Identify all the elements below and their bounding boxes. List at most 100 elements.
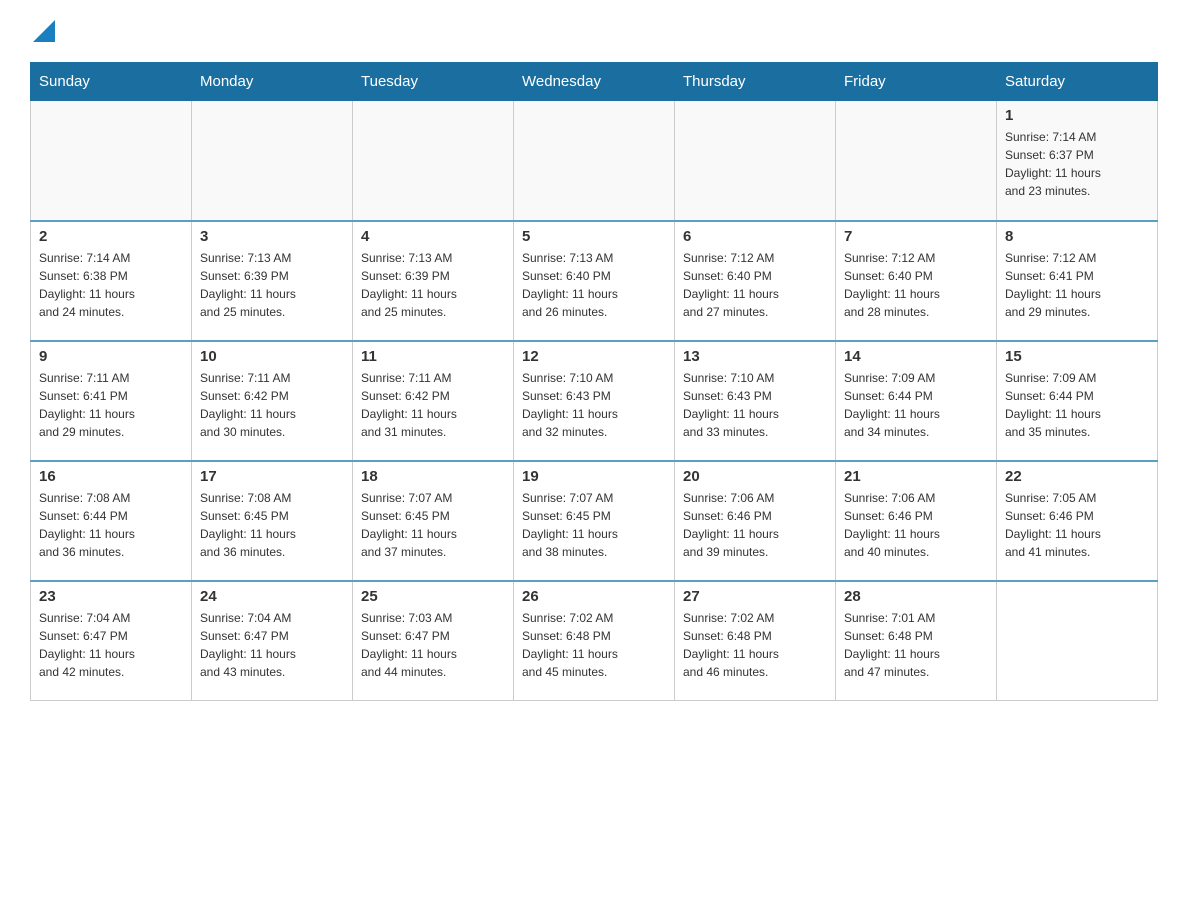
day-number: 26 (522, 588, 666, 605)
day-info: Sunrise: 7:11 AMSunset: 6:41 PMDaylight:… (39, 369, 183, 441)
day-info: Sunrise: 7:09 AMSunset: 6:44 PMDaylight:… (844, 369, 988, 441)
day-number: 9 (39, 348, 183, 365)
day-info: Sunrise: 7:11 AMSunset: 6:42 PMDaylight:… (200, 369, 344, 441)
day-number: 17 (200, 468, 344, 485)
calendar-week-row: 9 Sunrise: 7:11 AMSunset: 6:41 PMDaylight… (31, 341, 1158, 461)
day-number: 10 (200, 348, 344, 365)
calendar-cell: 11 Sunrise: 7:11 AMSunset: 6:42 PMDayligh… (353, 341, 514, 461)
day-info: Sunrise: 7:14 AMSunset: 6:37 PMDaylight:… (1005, 128, 1149, 200)
day-info: Sunrise: 7:07 AMSunset: 6:45 PMDaylight:… (361, 489, 505, 561)
logo (30, 20, 55, 42)
day-number: 14 (844, 348, 988, 365)
day-number: 15 (1005, 348, 1149, 365)
calendar-cell: 28 Sunrise: 7:01 AMSunset: 6:48 PMDayligh… (836, 581, 997, 701)
day-number: 12 (522, 348, 666, 365)
day-number: 22 (1005, 468, 1149, 485)
day-number: 20 (683, 468, 827, 485)
calendar-cell (353, 101, 514, 221)
calendar-cell: 9 Sunrise: 7:11 AMSunset: 6:41 PMDaylight… (31, 341, 192, 461)
calendar-cell: 7 Sunrise: 7:12 AMSunset: 6:40 PMDaylight… (836, 221, 997, 341)
calendar-header-row: SundayMondayTuesdayWednesdayThursdayFrid… (31, 63, 1158, 101)
day-info: Sunrise: 7:12 AMSunset: 6:40 PMDaylight:… (683, 249, 827, 321)
day-info: Sunrise: 7:04 AMSunset: 6:47 PMDaylight:… (39, 609, 183, 681)
day-info: Sunrise: 7:01 AMSunset: 6:48 PMDaylight:… (844, 609, 988, 681)
calendar-cell: 4Sunrise: 7:13 AMSunset: 6:39 PMDaylight… (353, 221, 514, 341)
calendar-cell: 19Sunrise: 7:07 AMSunset: 6:45 PMDayligh… (514, 461, 675, 581)
day-number: 6 (683, 228, 827, 245)
calendar-cell: 12 Sunrise: 7:10 AMSunset: 6:43 PMDayligh… (514, 341, 675, 461)
day-info: Sunrise: 7:04 AMSunset: 6:47 PMDaylight:… (200, 609, 344, 681)
day-header-sunday: Sunday (31, 63, 192, 101)
day-header-wednesday: Wednesday (514, 63, 675, 101)
calendar-cell: 22 Sunrise: 7:05 AMSunset: 6:46 PMDayligh… (997, 461, 1158, 581)
calendar-cell: 8 Sunrise: 7:12 AMSunset: 6:41 PMDaylight… (997, 221, 1158, 341)
day-number: 7 (844, 228, 988, 245)
calendar-week-row: 23 Sunrise: 7:04 AMSunset: 6:47 PMDayligh… (31, 581, 1158, 701)
day-number: 3 (200, 228, 344, 245)
day-header-friday: Friday (836, 63, 997, 101)
calendar-week-row: 16 Sunrise: 7:08 AMSunset: 6:44 PMDayligh… (31, 461, 1158, 581)
day-info: Sunrise: 7:13 AMSunset: 6:40 PMDaylight:… (522, 249, 666, 321)
day-number: 28 (844, 588, 988, 605)
day-number: 13 (683, 348, 827, 365)
day-info: Sunrise: 7:10 AMSunset: 6:43 PMDaylight:… (522, 369, 666, 441)
calendar-cell (675, 101, 836, 221)
calendar-cell: 15 Sunrise: 7:09 AMSunset: 6:44 PMDayligh… (997, 341, 1158, 461)
calendar-cell (836, 101, 997, 221)
day-number: 25 (361, 588, 505, 605)
calendar-cell (31, 101, 192, 221)
day-header-thursday: Thursday (675, 63, 836, 101)
calendar-cell: 6 Sunrise: 7:12 AMSunset: 6:40 PMDaylight… (675, 221, 836, 341)
calendar-cell: 13Sunrise: 7:10 AMSunset: 6:43 PMDayligh… (675, 341, 836, 461)
day-number: 24 (200, 588, 344, 605)
logo-triangle-icon (33, 20, 55, 42)
calendar-week-row: 1 Sunrise: 7:14 AMSunset: 6:37 PMDaylight… (31, 101, 1158, 221)
day-number: 27 (683, 588, 827, 605)
day-header-monday: Monday (192, 63, 353, 101)
day-info: Sunrise: 7:12 AMSunset: 6:40 PMDaylight:… (844, 249, 988, 321)
day-info: Sunrise: 7:02 AMSunset: 6:48 PMDaylight:… (683, 609, 827, 681)
calendar-cell (514, 101, 675, 221)
day-number: 16 (39, 468, 183, 485)
calendar-cell: 26 Sunrise: 7:02 AMSunset: 6:48 PMDayligh… (514, 581, 675, 701)
day-number: 1 (1005, 107, 1149, 124)
day-info: Sunrise: 7:14 AMSunset: 6:38 PMDaylight:… (39, 249, 183, 321)
day-number: 11 (361, 348, 505, 365)
day-number: 5 (522, 228, 666, 245)
calendar-table: SundayMondayTuesdayWednesdayThursdayFrid… (30, 62, 1158, 701)
calendar-cell (997, 581, 1158, 701)
day-info: Sunrise: 7:08 AMSunset: 6:45 PMDaylight:… (200, 489, 344, 561)
calendar-cell: 10 Sunrise: 7:11 AMSunset: 6:42 PMDayligh… (192, 341, 353, 461)
calendar-cell: 14 Sunrise: 7:09 AMSunset: 6:44 PMDayligh… (836, 341, 997, 461)
calendar-cell: 5 Sunrise: 7:13 AMSunset: 6:40 PMDaylight… (514, 221, 675, 341)
day-info: Sunrise: 7:05 AMSunset: 6:46 PMDaylight:… (1005, 489, 1149, 561)
day-info: Sunrise: 7:03 AMSunset: 6:47 PMDaylight:… (361, 609, 505, 681)
calendar-cell: 1 Sunrise: 7:14 AMSunset: 6:37 PMDaylight… (997, 101, 1158, 221)
day-number: 19 (522, 468, 666, 485)
day-number: 2 (39, 228, 183, 245)
day-number: 8 (1005, 228, 1149, 245)
page-header (30, 20, 1158, 42)
day-info: Sunrise: 7:09 AMSunset: 6:44 PMDaylight:… (1005, 369, 1149, 441)
day-header-tuesday: Tuesday (353, 63, 514, 101)
day-number: 18 (361, 468, 505, 485)
day-info: Sunrise: 7:12 AMSunset: 6:41 PMDaylight:… (1005, 249, 1149, 321)
day-info: Sunrise: 7:13 AMSunset: 6:39 PMDaylight:… (200, 249, 344, 321)
calendar-cell: 20 Sunrise: 7:06 AMSunset: 6:46 PMDayligh… (675, 461, 836, 581)
calendar-cell: 2 Sunrise: 7:14 AMSunset: 6:38 PMDaylight… (31, 221, 192, 341)
day-number: 23 (39, 588, 183, 605)
day-info: Sunrise: 7:06 AMSunset: 6:46 PMDaylight:… (683, 489, 827, 561)
calendar-cell (192, 101, 353, 221)
calendar-cell: 17 Sunrise: 7:08 AMSunset: 6:45 PMDayligh… (192, 461, 353, 581)
day-info: Sunrise: 7:08 AMSunset: 6:44 PMDaylight:… (39, 489, 183, 561)
day-number: 4 (361, 228, 505, 245)
day-info: Sunrise: 7:02 AMSunset: 6:48 PMDaylight:… (522, 609, 666, 681)
calendar-cell: 3 Sunrise: 7:13 AMSunset: 6:39 PMDaylight… (192, 221, 353, 341)
calendar-cell: 24 Sunrise: 7:04 AMSunset: 6:47 PMDayligh… (192, 581, 353, 701)
day-number: 21 (844, 468, 988, 485)
day-info: Sunrise: 7:06 AMSunset: 6:46 PMDaylight:… (844, 489, 988, 561)
calendar-week-row: 2 Sunrise: 7:14 AMSunset: 6:38 PMDaylight… (31, 221, 1158, 341)
day-header-saturday: Saturday (997, 63, 1158, 101)
calendar-cell: 27 Sunrise: 7:02 AMSunset: 6:48 PMDayligh… (675, 581, 836, 701)
day-info: Sunrise: 7:11 AMSunset: 6:42 PMDaylight:… (361, 369, 505, 441)
